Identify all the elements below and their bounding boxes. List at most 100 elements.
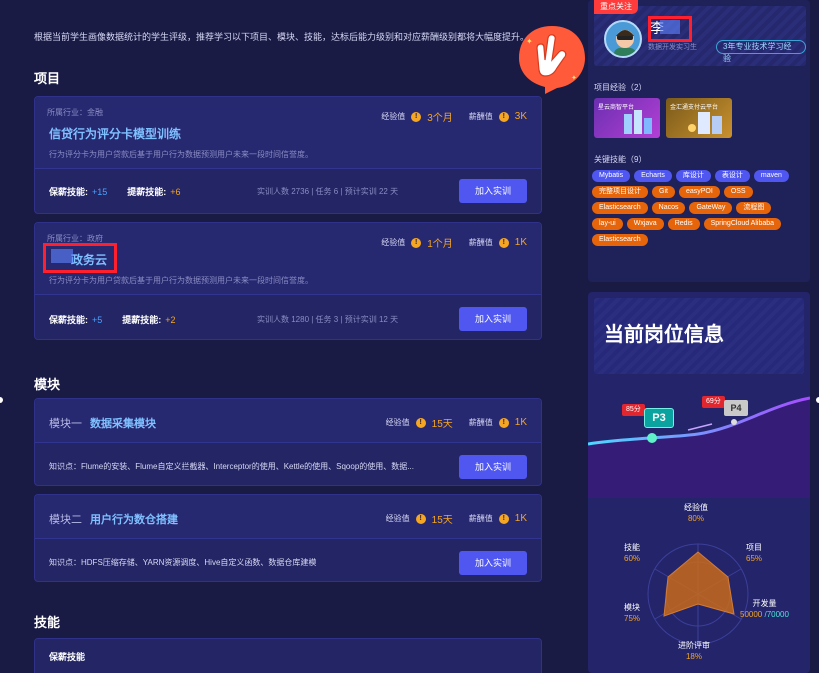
- raise-skill-count: +2: [165, 315, 176, 325]
- salary-label: 薪酬值: [468, 238, 493, 247]
- skill-chip[interactable]: 流程图: [736, 202, 772, 214]
- skill-card: 保薪技能: [34, 638, 542, 673]
- module-name: 数据采集模块: [90, 418, 156, 430]
- radar-label-module: 模块 75%: [624, 603, 641, 623]
- server-illustration-icon: [688, 112, 722, 134]
- recommendation-main: 根据当前学生画像数据统计的学生评级，推荐学习以下项目、模块、技能，达标后能力级别…: [20, 0, 585, 673]
- project-skill-counts: 保薪技能: +15 提薪技能: +6: [49, 185, 181, 198]
- raise-skill-label: 提薪技能:: [122, 315, 162, 325]
- exp-label: 经验值: [381, 112, 406, 121]
- join-training-button[interactable]: 加入实训: [459, 551, 527, 575]
- module-knowledge: 知识点：Flume的安装、Flume自定义拦截器、Interceptor的使用、…: [49, 461, 414, 472]
- project-meta: 经验值 ! 1个月 薪酬值 ! 1K: [381, 235, 527, 250]
- skill-chip[interactable]: 表设计: [714, 170, 750, 182]
- key-skills-list: Mybatis Echarts 库设计 表设计 maven 完整项目设计 Git easyPO…: [592, 170, 806, 246]
- project-desc: 行为评分卡为用户贷款后基于用户行为数据预测用户未来一段时间信誉度。: [49, 150, 313, 159]
- position-title: 当前岗位信息: [604, 324, 724, 346]
- radar-label-skill: 技能 60%: [624, 543, 641, 563]
- salary-value: 1K: [514, 237, 527, 248]
- skill-chip[interactable]: SpringCloud Alibaba: [703, 218, 782, 230]
- project-title[interactable]: 信贷行为评分卡模型训练: [49, 125, 181, 142]
- salary-skill-label: 保薪技能:: [49, 187, 88, 197]
- project-thumb-2[interactable]: 金汇通支付云平台: [666, 98, 732, 138]
- project-exp-label: 项目经验（2）: [594, 83, 647, 92]
- skill-chip[interactable]: Elasticsearch: [592, 234, 648, 246]
- salary-value: 1K: [514, 513, 527, 524]
- skill-chip[interactable]: 完整项目设计: [592, 186, 648, 198]
- module-meta: 经验值 ! 15天 薪酬值 ! 1K: [386, 511, 527, 526]
- salary-label: 薪酬值: [468, 418, 493, 427]
- svg-text:✦: ✦: [526, 37, 533, 46]
- redaction-box: [648, 16, 692, 42]
- clock-icon: !: [411, 111, 422, 122]
- redaction-box: [43, 243, 117, 273]
- skill-chip[interactable]: Echarts: [634, 170, 672, 182]
- knowledge-text: HDFS压缩存储、YARN资源调度、Hive自定义函数、数据仓库建模: [81, 558, 317, 567]
- exp-label: 经验值: [385, 514, 410, 523]
- avatar[interactable]: [604, 20, 642, 58]
- skill-chip[interactable]: easyPOI: [678, 186, 720, 198]
- exp-value: 1个月: [427, 239, 453, 250]
- skill-chip[interactable]: lay-ui: [592, 218, 623, 230]
- exp-value: 3个月: [427, 113, 453, 124]
- experience-badge: 3年专业技术学习经验: [716, 40, 806, 63]
- salary-skill-label: 保薪技能:: [49, 315, 88, 325]
- coin-icon: !: [498, 111, 509, 122]
- skill-chip[interactable]: Wxjava: [626, 218, 664, 230]
- module-name: 用户行为数仓搭建: [90, 514, 178, 526]
- section-title-modules: 模块: [34, 377, 61, 392]
- exp-value: 15天: [431, 515, 453, 526]
- exp-label: 经验值: [385, 418, 410, 427]
- current-level-badge: P3: [644, 408, 674, 428]
- raise-skill-label: 提薪技能:: [127, 187, 167, 197]
- position-header: 当前岗位信息: [594, 298, 804, 374]
- module-number: 模块二: [49, 514, 82, 526]
- clock-icon: !: [411, 237, 422, 248]
- join-training-button[interactable]: 加入实训: [459, 307, 527, 331]
- project-card-2: 所属行业：政府 政务云 行为评分卡为用户贷款后基于用户行为数据预测用户未来一段时…: [34, 222, 542, 340]
- intro-text: 根据当前学生画像数据统计的学生评级，推荐学习以下项目、模块、技能，达标后能力级别…: [34, 32, 530, 42]
- skill-chip[interactable]: 库设计: [675, 170, 711, 182]
- project-stats: 实训人数 2736 | 任务 6 | 预计实训 22 天: [257, 187, 399, 196]
- next-level-badge: P4: [724, 400, 748, 416]
- rock-hand-badge-icon: ✦ ✦: [519, 26, 585, 94]
- skill-chip[interactable]: Elasticsearch: [592, 202, 648, 214]
- exp-value: 15天: [431, 419, 453, 430]
- project-thumb-1[interactable]: 星云商智平台: [594, 98, 660, 138]
- raise-skill-count: +6: [170, 187, 181, 197]
- svg-text:✦: ✦: [571, 74, 577, 82]
- profile-header: 重点关注 李 数据开发实习生 3年专业技术学习经验: [594, 0, 806, 66]
- module-title[interactable]: 模块二 用户行为数仓搭建: [49, 511, 178, 527]
- current-level-marker: [647, 433, 657, 443]
- skill-chip[interactable]: OSS: [723, 186, 753, 198]
- skill-chip[interactable]: Mybatis: [592, 170, 631, 182]
- join-training-button[interactable]: 加入实训: [459, 455, 527, 479]
- module-meta: 经验值 ! 15天 薪酬值 ! 1K: [386, 415, 527, 430]
- knowledge-prefix: 知识点：: [49, 462, 81, 471]
- project-industry: 所属行业：金融: [47, 108, 103, 117]
- project-stats: 实训人数 1280 | 任务 3 | 预计实训 12 天: [257, 315, 399, 324]
- avatar-illustration-icon: [614, 30, 636, 56]
- next-score-badge: 69分: [702, 396, 725, 408]
- radar-label-review: 进阶评审 18%: [678, 641, 710, 661]
- knowledge-prefix: 知识点：: [49, 558, 81, 567]
- next-level-marker: [731, 419, 737, 425]
- exp-label: 经验值: [381, 238, 406, 247]
- module-title[interactable]: 模块一 数据采集模块: [49, 415, 156, 431]
- student-profile-panel: 重点关注 李 数据开发实习生 3年专业技术学习经验 项目经验（2） 星云商智平台…: [588, 0, 810, 282]
- radar-label-dev: 开发量 50000 /70000: [740, 599, 789, 619]
- profile-sidebar: 重点关注 李 数据开发实习生 3年专业技术学习经验 项目经验（2） 星云商智平台…: [588, 0, 810, 673]
- salary-label: 薪酬值: [468, 514, 493, 523]
- skill-row-title: 保薪技能: [49, 652, 86, 662]
- skill-chip[interactable]: GateWay: [689, 202, 733, 214]
- project-card-1: 所属行业：金融 信贷行为评分卡模型训练 行为评分卡为用户贷款后基于用户行为数据预…: [34, 96, 542, 214]
- edge-handle-left[interactable]: [0, 397, 3, 403]
- skill-chip[interactable]: maven: [753, 170, 789, 182]
- join-training-button[interactable]: 加入实训: [459, 179, 527, 203]
- skill-chip[interactable]: Nacos: [651, 202, 686, 214]
- building-illustration-icon: [624, 110, 652, 134]
- skill-chip[interactable]: Redis: [667, 218, 700, 230]
- module-knowledge: 知识点：HDFS压缩存储、YARN资源调度、Hive自定义函数、数据仓库建模: [49, 557, 316, 568]
- skill-chip[interactable]: Git: [652, 186, 675, 198]
- salary-label: 薪酬值: [468, 112, 493, 121]
